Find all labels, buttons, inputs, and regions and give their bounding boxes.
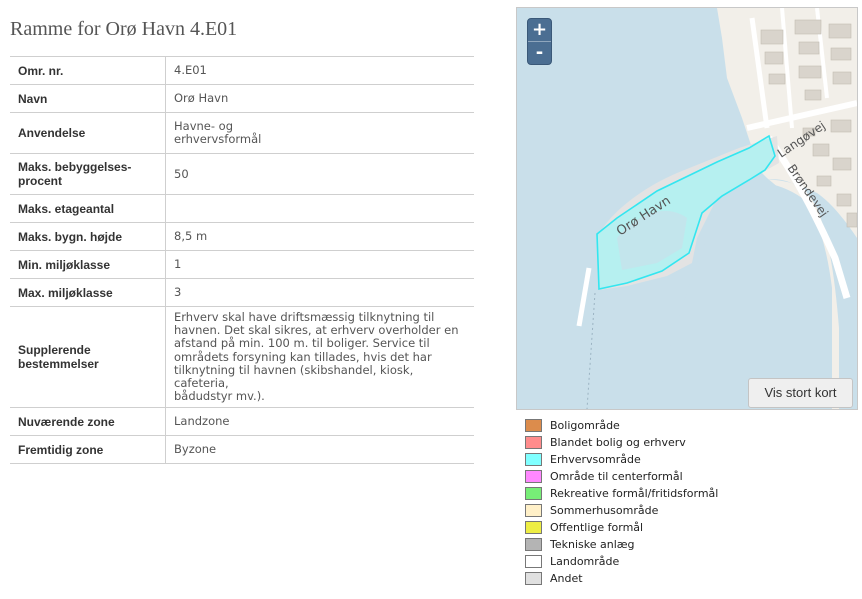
- legend-label: Rekreative formål/fritidsformål: [550, 487, 719, 500]
- legend-item: Sommerhusområde: [525, 502, 718, 519]
- row-key: Navn: [10, 84, 166, 113]
- row-value: 8,5 m: [165, 222, 474, 251]
- pier: [576, 267, 592, 327]
- legend-item: Boligområde: [525, 417, 718, 434]
- legend-label: Tekniske anlæg: [550, 538, 635, 551]
- row-key: Nuværende zone: [10, 407, 166, 436]
- legend-swatch: [525, 504, 542, 517]
- legend-item: Tekniske anlæg: [525, 536, 718, 553]
- zoom-in-button[interactable]: +: [528, 19, 551, 41]
- row-value: Byzone: [165, 435, 474, 465]
- row-key: Maks. bebyggelses- procent: [10, 153, 166, 195]
- legend-item: Rekreative formål/fritidsformål: [525, 485, 718, 502]
- properties-table: Omr. nr. 4.E01 Navn Orø Havn Anvendelse Hav…: [10, 56, 474, 465]
- zoom-out-button[interactable]: -: [528, 41, 551, 64]
- row-value: [165, 194, 474, 223]
- table-row: Maks. bebyggelses- procent 50: [10, 153, 474, 195]
- table-row: Supplerende bestemmelser Erhverv skal hav…: [10, 305, 474, 408]
- legend-label: Andet: [550, 572, 583, 585]
- table-row: Omr. nr. 4.E01: [10, 56, 474, 85]
- legend-swatch: [525, 538, 542, 551]
- row-value: Landzone: [165, 407, 474, 436]
- table-row: Nuværende zone Landzone: [10, 407, 474, 436]
- big-map-button[interactable]: Vis stort kort: [748, 378, 853, 408]
- row-key: Maks. etageantal: [10, 194, 166, 223]
- row-value: Havne- og erhvervsformål: [165, 112, 474, 154]
- row-key: Min. miljøklasse: [10, 250, 166, 279]
- legend-label: Boligområde: [550, 419, 620, 432]
- row-key: Anvendelse: [10, 112, 166, 154]
- legend-swatch: [525, 487, 542, 500]
- pier-line: [586, 292, 596, 409]
- table-row: Navn Orø Havn: [10, 84, 474, 113]
- map-legend: Boligområde Blandet bolig og erhverv Erhve…: [525, 417, 718, 587]
- legend-item: Offentlige formål: [525, 519, 718, 536]
- page-title: Ramme for Orø Havn 4.E01: [10, 18, 238, 40]
- table-row: Maks. etageantal: [10, 194, 474, 223]
- row-key: Supplerende bestemmelser: [10, 305, 166, 408]
- legend-label: Offentlige formål: [550, 521, 644, 534]
- legend-label: Område til centerformål: [550, 470, 683, 483]
- row-key: Omr. nr.: [10, 56, 166, 85]
- row-value: Orø Havn: [165, 84, 474, 113]
- legend-swatch: [525, 521, 542, 534]
- row-key: Maks. bygn. højde: [10, 222, 166, 251]
- table-row: Fremtidig zone Byzone: [10, 435, 474, 465]
- legend-swatch: [525, 436, 542, 449]
- zoom-control: + -: [527, 18, 552, 65]
- table-row: Maks. bygn. højde 8,5 m: [10, 222, 474, 251]
- legend-item: Erhvervsområde: [525, 451, 718, 468]
- row-value: 1: [165, 250, 474, 279]
- row-value: 4.E01: [165, 56, 474, 85]
- table-row: Anvendelse Havne- og erhvervsformål: [10, 112, 474, 154]
- legend-label: Blandet bolig og erhverv: [550, 436, 686, 449]
- legend-item: Blandet bolig og erhverv: [525, 434, 718, 451]
- table-row: Max. miljøklasse 3: [10, 278, 474, 307]
- legend-item: Landområde: [525, 553, 718, 570]
- map-view[interactable]: Orø Havn Langøvej Brøndevej + - Vis stor…: [516, 7, 858, 410]
- row-value: 50: [165, 153, 474, 195]
- legend-label: Erhvervsområde: [550, 453, 641, 466]
- table-row: Min. miljøklasse 1: [10, 250, 474, 279]
- legend-label: Sommerhusområde: [550, 504, 659, 517]
- row-value: 3: [165, 278, 474, 307]
- legend-label: Landområde: [550, 555, 620, 568]
- legend-item: Område til centerformål: [525, 468, 718, 485]
- map-canvas[interactable]: Orø Havn Langøvej Brøndevej: [517, 8, 857, 409]
- legend-swatch: [525, 555, 542, 568]
- legend-swatch: [525, 572, 542, 585]
- legend-item: Andet: [525, 570, 718, 587]
- row-key: Fremtidig zone: [10, 435, 166, 465]
- legend-swatch: [525, 470, 542, 483]
- row-value: Erhverv skal have driftsmæssig tilknytni…: [165, 305, 474, 408]
- legend-swatch: [525, 453, 542, 466]
- legend-swatch: [525, 419, 542, 432]
- row-key: Max. miljøklasse: [10, 278, 166, 307]
